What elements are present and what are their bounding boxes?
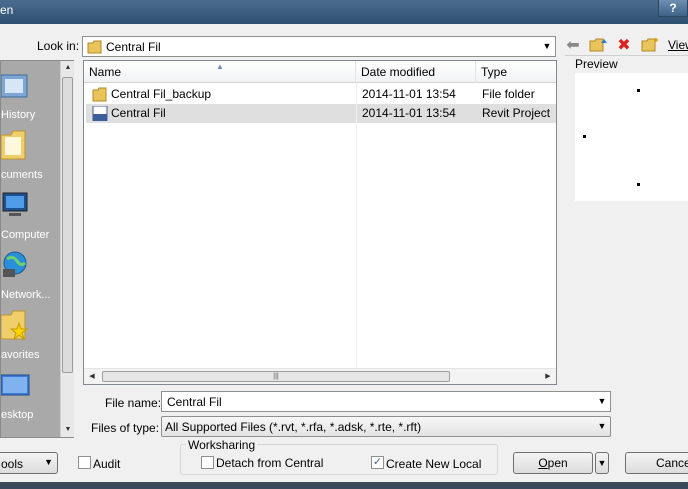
detach-from-central-checkbox[interactable] bbox=[201, 456, 214, 469]
back-arrow-icon[interactable]: ⬅ bbox=[563, 34, 583, 56]
open-options-dropdown[interactable]: ▼ bbox=[595, 452, 609, 474]
open-dialog: en ? Look in: Central Fil ▼ ⬅ ✖ View bbox=[0, 0, 688, 489]
place-label: Computer bbox=[1, 229, 50, 241]
chevron-down-icon[interactable]: ▼ bbox=[596, 395, 608, 408]
preview-mark bbox=[637, 89, 640, 92]
network-icon bbox=[3, 251, 27, 277]
title-bar: en ? bbox=[0, 0, 688, 24]
column-header-name[interactable]: Name ▲ bbox=[84, 61, 356, 83]
scroll-down-icon[interactable]: ▼ bbox=[61, 423, 75, 437]
tools-button[interactable]: ools ▼ bbox=[0, 452, 58, 474]
file-name-value: Central Fil bbox=[167, 395, 222, 409]
open-button[interactable]: Open bbox=[513, 452, 593, 474]
look-in-label: Look in: bbox=[37, 39, 80, 53]
help-button[interactable]: ? bbox=[658, 0, 688, 17]
file-type-dropdown[interactable]: All Supported Files (*.rvt, *.rfa, *.ads… bbox=[161, 416, 611, 437]
place-label: History bbox=[1, 109, 36, 121]
preview-label: Preview bbox=[573, 57, 620, 71]
preview-mark bbox=[637, 183, 640, 186]
folder-new-icon bbox=[641, 38, 658, 52]
preview-image bbox=[575, 73, 688, 201]
chevron-down-icon[interactable]: ▼ bbox=[596, 420, 608, 433]
folder-up-icon bbox=[589, 38, 607, 52]
new-folder-icon[interactable] bbox=[640, 34, 660, 56]
column-date-label: Date modified bbox=[361, 65, 436, 79]
history-icon bbox=[1, 74, 28, 98]
place-computer[interactable]: Computer bbox=[1, 185, 61, 245]
scroll-left-icon[interactable]: ◀ bbox=[84, 369, 100, 385]
file-date-cell: 2014-11-01 13:54 bbox=[362, 106, 456, 120]
rvt-file-icon bbox=[92, 106, 108, 121]
file-type-cell: Revit Project bbox=[482, 106, 551, 120]
detach-from-central-label: Detach from Central bbox=[216, 456, 324, 470]
column-name-label: Name bbox=[89, 65, 122, 79]
file-name-cell: Central Fil_backup bbox=[111, 87, 212, 101]
file-name-input[interactable]: Central Fil ▼ bbox=[161, 391, 611, 412]
file-name-cell: Central Fil bbox=[111, 106, 166, 120]
chevron-down-icon: ▼ bbox=[44, 457, 53, 467]
scroll-up-icon[interactable]: ▲ bbox=[61, 61, 75, 75]
column-type-label: Type bbox=[481, 65, 508, 79]
look-in-value: Central Fil bbox=[106, 40, 161, 54]
up-folder-icon[interactable] bbox=[588, 34, 608, 56]
column-header-type[interactable]: Type bbox=[476, 61, 556, 83]
folder-icon bbox=[87, 40, 102, 54]
file-list-header: Name ▲ Date modified Type bbox=[84, 61, 556, 83]
file-list: Name ▲ Date modified Type Central Fil_ba… bbox=[83, 60, 557, 385]
file-row-backup-folder[interactable]: Central Fil_backup 2014-11-01 13:54 File… bbox=[86, 85, 556, 104]
look-in-dropdown[interactable]: Central Fil ▼ bbox=[82, 36, 556, 57]
window-title: en bbox=[0, 3, 14, 17]
tools-label: ools bbox=[1, 457, 24, 471]
audit-checkbox[interactable] bbox=[78, 456, 91, 469]
hscroll-thumb[interactable]: ||| bbox=[102, 371, 450, 382]
audit-label: Audit bbox=[93, 457, 121, 471]
folder-icon bbox=[92, 87, 107, 102]
preview-panel: Preview bbox=[565, 55, 688, 208]
file-date-cell: 2014-11-01 13:54 bbox=[362, 87, 456, 101]
place-network[interactable]: Network... bbox=[1, 245, 61, 305]
place-history[interactable]: History bbox=[1, 65, 61, 125]
place-label: esktop bbox=[1, 409, 34, 421]
place-favorites[interactable]: avorites bbox=[1, 305, 61, 365]
chevron-down-icon: ▼ bbox=[597, 458, 607, 468]
sort-ascending-icon: ▲ bbox=[216, 62, 224, 71]
window-bottom-edge bbox=[0, 482, 688, 489]
file-name-label: File name: bbox=[105, 396, 162, 410]
create-new-local-label: Create New Local bbox=[386, 457, 482, 471]
file-list-hscrollbar[interactable]: ◀ ||| ▶ bbox=[84, 368, 556, 384]
preview-mark bbox=[583, 135, 586, 138]
file-type-label: Files of type: bbox=[91, 421, 160, 435]
open-label: pen bbox=[547, 456, 568, 470]
column-header-date[interactable]: Date modified bbox=[356, 61, 476, 83]
place-label: Network... bbox=[1, 289, 51, 301]
documents-folder-icon bbox=[1, 130, 26, 160]
file-type-cell: File folder bbox=[482, 87, 535, 101]
scroll-right-icon[interactable]: ▶ bbox=[540, 369, 556, 385]
column-divider bbox=[356, 83, 357, 368]
desktop-icon bbox=[1, 374, 30, 396]
views-menu-button[interactable]: View bbox=[668, 34, 688, 56]
places-bar: History cuments Computer Network... avor… bbox=[0, 60, 74, 438]
worksharing-title: Worksharing bbox=[186, 438, 258, 452]
file-type-value: All Supported Files (*.rvt, *.rfa, *.ads… bbox=[165, 420, 422, 434]
views-label: View bbox=[668, 38, 688, 52]
chevron-down-icon[interactable]: ▼ bbox=[541, 40, 553, 53]
place-desktop[interactable]: esktop bbox=[1, 365, 61, 425]
favorites-folder-icon bbox=[1, 310, 29, 341]
place-documents[interactable]: cuments bbox=[1, 125, 61, 185]
place-label: cuments bbox=[1, 169, 43, 181]
computer-icon bbox=[2, 192, 28, 216]
delete-icon[interactable]: ✖ bbox=[614, 34, 634, 56]
scroll-thumb[interactable] bbox=[62, 77, 73, 373]
create-new-local-checkbox[interactable]: ✓ bbox=[371, 456, 384, 469]
file-row-central-file[interactable]: Central Fil 2014-11-01 13:54 Revit Proje… bbox=[86, 104, 556, 123]
open-mnemonic: O bbox=[538, 456, 548, 470]
places-scrollbar[interactable]: ▲ ▼ bbox=[60, 61, 74, 437]
cancel-button[interactable]: Cancel bbox=[625, 452, 688, 474]
place-label: avorites bbox=[1, 349, 40, 361]
